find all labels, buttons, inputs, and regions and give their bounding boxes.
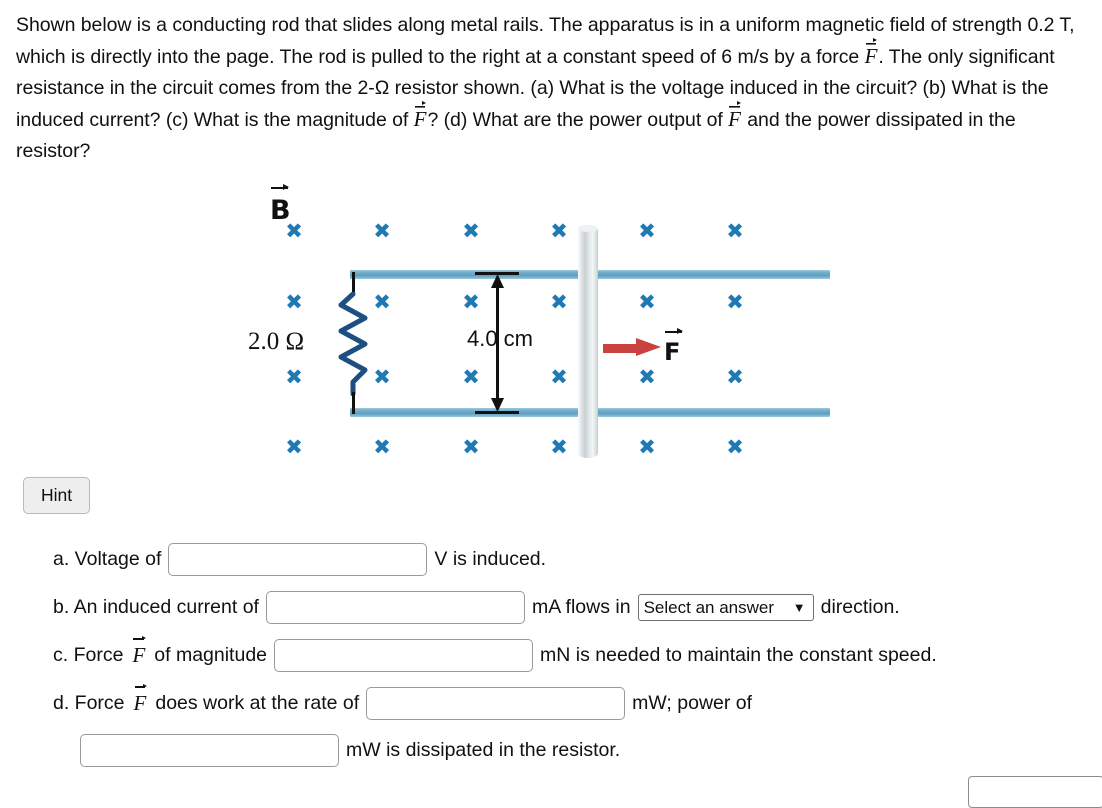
answer-row-d-continued: mW is dissipated in the resistor.: [80, 734, 627, 767]
field-into-page-icon: ✖: [726, 219, 744, 243]
resistor-zigzag-icon: [338, 292, 368, 396]
answer-c-suffix: mN is needed to maintain the constant sp…: [540, 644, 937, 666]
field-into-page-icon: ✖: [285, 219, 303, 243]
field-into-page-icon: ✖: [726, 365, 744, 389]
force-arrow-icon: [603, 338, 661, 356]
field-into-page-icon: ✖: [373, 219, 391, 243]
bottom-cutoff-field[interactable]: [968, 776, 1102, 808]
problem-text-3: ? (d) What are the power output of: [427, 109, 729, 131]
vector-arrow-icon: [271, 184, 289, 191]
length-label: 4.0 cm: [466, 326, 534, 351]
answer-d-suffix-2: mW is dissipated in the resistor.: [346, 739, 621, 761]
force-arrow-head: [636, 338, 661, 356]
answer-a-prefix: a. Voltage of: [53, 548, 162, 570]
circuit-diagram: B ✖ ✖ ✖ ✖ ✖ ✖ ✖ ✖ ✖ ✖ ✖ ✖ ✖ ✖ ✖ ✖ ✖ ✖ ✖ ✖ ✖ ✖ ✖ ✖ 2.0 Ω 4.0 cm …: [0, 180, 1102, 465]
answer-row-b: b. An induced current of mA flows in Sel…: [53, 591, 907, 624]
answer-d-prefix-1: d. Force: [53, 692, 125, 714]
answer-d-prefix-2: does work at the rate of: [155, 692, 360, 714]
force-label: F: [664, 328, 683, 366]
resistor-lead-bottom: [352, 392, 355, 414]
force-letter: F: [664, 338, 681, 366]
force-vector-symbol: F: [864, 44, 878, 68]
field-into-page-icon: ✖: [373, 290, 391, 314]
field-into-page-icon: ✖: [638, 435, 656, 459]
force-vector-symbol: F: [728, 107, 741, 131]
answer-row-d: d. Force F does work at the rate of mW; …: [53, 683, 759, 720]
vector-arrow-icon: [665, 328, 683, 335]
hint-button[interactable]: Hint: [23, 477, 91, 515]
field-into-page-icon: ✖: [373, 365, 391, 389]
direction-select-wrapper[interactable]: Select an answer ▼: [637, 594, 814, 621]
answer-c-prefix-1: c. Force: [53, 644, 124, 666]
force-vector-symbol: F: [132, 635, 147, 667]
resistor: [336, 272, 370, 414]
field-into-page-icon: ✖: [638, 290, 656, 314]
answer-b-unit: mA flows in: [531, 596, 631, 618]
answer-d-suffix: mW; power of: [632, 692, 753, 714]
current-input[interactable]: [265, 591, 525, 624]
force-vector-symbol: F: [413, 107, 427, 131]
resistor-lead-top: [352, 272, 355, 294]
field-into-page-icon: ✖: [726, 290, 744, 314]
voltage-input[interactable]: [168, 543, 428, 576]
field-into-page-icon: ✖: [285, 435, 303, 459]
field-into-page-icon: ✖: [638, 219, 656, 243]
field-into-page-icon: ✖: [285, 290, 303, 314]
resistance-label: 2.0 Ω: [248, 328, 305, 355]
field-into-page-icon: ✖: [285, 365, 303, 389]
field-into-page-icon: ✖: [550, 290, 568, 314]
answer-row-a: a. Voltage of V is induced.: [53, 543, 553, 576]
answer-a-suffix: V is induced.: [434, 548, 547, 570]
field-into-page-icon: ✖: [462, 290, 480, 314]
field-into-page-icon: ✖: [373, 435, 391, 459]
answer-b-prefix: b. An induced current of: [53, 596, 259, 618]
field-into-page-icon: ✖: [462, 219, 480, 243]
answer-c-prefix-2: of magnitude: [154, 644, 268, 666]
answer-row-c: c. Force F of magnitude mN is needed to …: [53, 635, 944, 672]
field-into-page-icon: ✖: [550, 365, 568, 389]
force-vector-symbol: F: [133, 683, 148, 715]
problem-statement: Shown below is a conducting rod that sli…: [16, 10, 1086, 167]
field-into-page-icon: ✖: [462, 365, 480, 389]
field-into-page-icon: ✖: [726, 435, 744, 459]
field-into-page-icon: ✖: [550, 219, 568, 243]
power-dissipated-input[interactable]: [80, 734, 339, 767]
conducting-rod: [578, 225, 598, 458]
direction-select[interactable]: Select an answer: [637, 594, 814, 621]
answer-b-suffix: direction.: [820, 596, 900, 618]
power-output-input[interactable]: [366, 687, 626, 720]
field-into-page-icon: ✖: [550, 435, 568, 459]
field-into-page-icon: ✖: [462, 435, 480, 459]
force-input[interactable]: [274, 639, 534, 672]
field-into-page-icon: ✖: [638, 365, 656, 389]
